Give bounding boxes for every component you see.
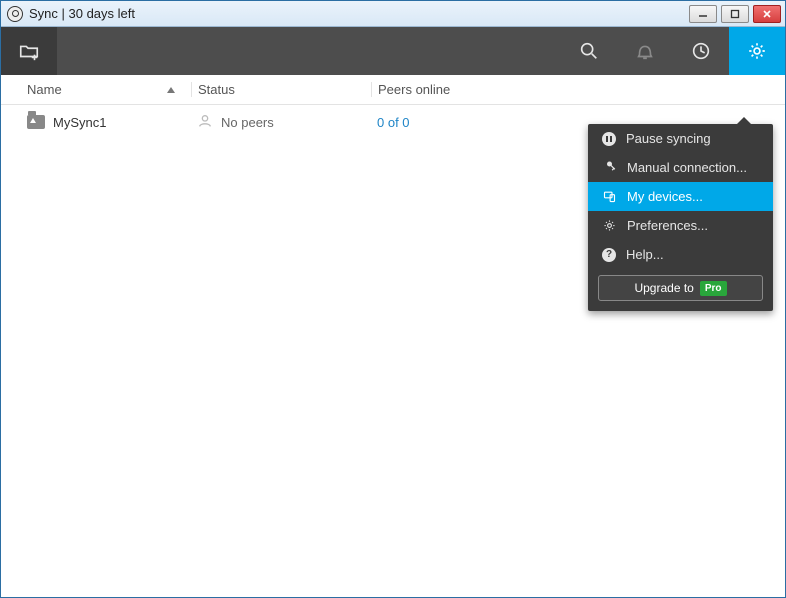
menu-pause-syncing[interactable]: Pause syncing — [588, 124, 773, 153]
search-icon — [578, 40, 600, 62]
maximize-button[interactable] — [721, 5, 749, 23]
folder-status-cell: No peers — [191, 113, 371, 132]
menu-help-label: Help... — [626, 247, 664, 262]
maximize-icon — [730, 9, 740, 19]
upgrade-label: Upgrade to — [634, 281, 693, 295]
pause-icon — [602, 132, 616, 146]
column-headers: Name Status Peers online — [1, 75, 785, 105]
menu-my-devices[interactable]: My devices... — [588, 182, 773, 211]
window-title: Sync | 30 days left — [29, 6, 689, 21]
gear-icon — [746, 40, 768, 62]
column-peers[interactable]: Peers online — [371, 82, 785, 97]
folder-peers: 0 of 0 — [377, 115, 410, 130]
menu-preferences[interactable]: Preferences... — [588, 211, 773, 240]
app-window: Sync | 30 days left — [0, 0, 786, 598]
titlebar: Sync | 30 days left — [1, 1, 785, 27]
column-status-label: Status — [198, 82, 235, 97]
minimize-button[interactable] — [689, 5, 717, 23]
folder-name-cell: MySync1 — [21, 115, 191, 130]
window-controls — [689, 5, 781, 23]
pro-badge: Pro — [700, 281, 727, 296]
settings-button[interactable] — [729, 27, 785, 75]
toolbar-spacer — [57, 27, 561, 75]
app-icon — [7, 6, 23, 22]
menu-devices-label: My devices... — [627, 189, 703, 204]
column-peers-label: Peers online — [378, 82, 450, 97]
menu-prefs-label: Preferences... — [627, 218, 708, 233]
key-icon — [599, 157, 620, 178]
close-button[interactable] — [753, 5, 781, 23]
folder-name: MySync1 — [53, 115, 106, 130]
add-folder-button[interactable] — [1, 27, 57, 75]
minimize-icon — [698, 9, 708, 19]
menu-manual-connection[interactable]: Manual connection... — [588, 153, 773, 182]
history-button[interactable] — [673, 27, 729, 75]
menu-pause-label: Pause syncing — [626, 131, 711, 146]
notifications-button[interactable] — [617, 27, 673, 75]
column-name[interactable]: Name — [21, 82, 191, 97]
user-icon — [197, 113, 213, 132]
add-folder-icon — [18, 40, 40, 62]
sort-ascending-icon — [167, 87, 175, 93]
menu-help[interactable]: ? Help... — [588, 240, 773, 269]
help-icon: ? — [602, 248, 616, 262]
column-status[interactable]: Status — [191, 82, 371, 97]
settings-menu: Pause syncing Manual connection... My de… — [588, 124, 773, 311]
bell-icon — [634, 40, 656, 62]
gear-small-icon — [602, 218, 617, 233]
column-name-label: Name — [27, 82, 62, 97]
search-button[interactable] — [561, 27, 617, 75]
menu-manual-label: Manual connection... — [627, 160, 747, 175]
devices-icon — [602, 189, 617, 204]
upgrade-button[interactable]: Upgrade to Pro — [598, 275, 763, 301]
clock-icon — [690, 40, 712, 62]
folder-status: No peers — [221, 115, 274, 130]
folder-icon — [27, 115, 45, 129]
close-icon — [762, 9, 772, 19]
toolbar — [1, 27, 785, 75]
